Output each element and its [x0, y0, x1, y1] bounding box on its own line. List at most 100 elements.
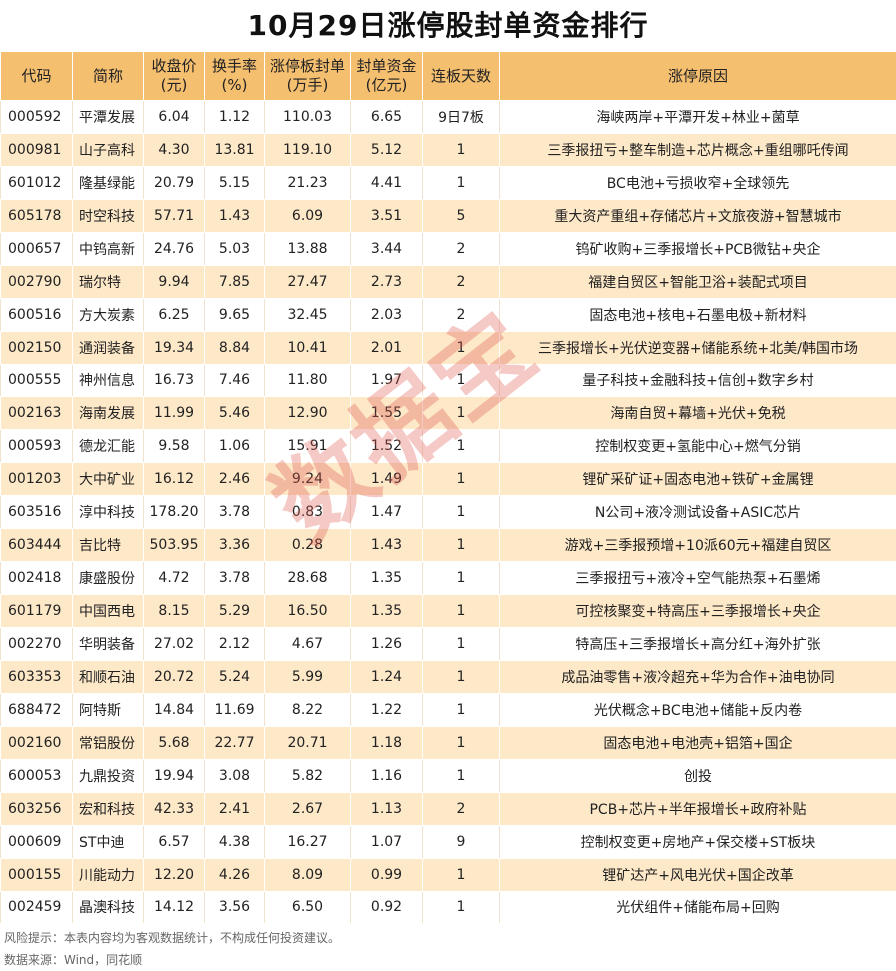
table-row: 603256 宏和科技 42.33 2.41 2.67 1.13 2 PCB+芯片+半年报增长…	[0, 791, 896, 826]
cell-limit-up-reason: 福建自贸区+智能卫浴+装配式项目	[499, 264, 896, 299]
cell-seal-amount: 1.49	[350, 462, 423, 497]
cell-code: 000657	[0, 231, 73, 266]
cell-close-price: 9.94	[143, 264, 205, 299]
cell-code: 001203	[0, 462, 73, 497]
cell-seal-amount: 1.35	[350, 594, 423, 628]
cell-seal-amount: 0.92	[350, 890, 423, 925]
table-row: 688472 阿特斯 14.84 11.69 8.22 1.22 1 光伏概念+BC电池+储能…	[0, 692, 896, 727]
cell-seal-amount: 1.43	[350, 528, 423, 563]
cell-name: 德龙汇能	[72, 429, 144, 464]
cell-turnover-rate: 4.26	[204, 857, 265, 892]
cell-turnover-rate: 3.36	[204, 528, 265, 563]
cell-limit-up-reason: 可控核聚变+特高压+三季报增长+央企	[499, 594, 896, 628]
cell-limit-up-reason: 光伏组件+储能布局+回购	[499, 890, 896, 925]
cell-limit-up-reason: 成品油零售+液冷超充+华为合作+油电协同	[499, 659, 896, 694]
header-seal-volume: 涨停板封单 (万手)	[264, 51, 351, 101]
cell-name: 方大炭素	[72, 297, 144, 332]
cell-code: 603353	[0, 659, 73, 694]
cell-seal-volume: 4.67	[264, 627, 351, 661]
cell-code: 002459	[0, 890, 73, 925]
header-name: 简称	[72, 51, 144, 101]
cell-turnover-rate: 5.24	[204, 659, 265, 694]
cell-turnover-rate: 3.08	[204, 758, 265, 793]
table-row: 002459 晶澳科技 14.12 3.56 6.50 0.92 1 光伏组件+储能布局+回购	[0, 890, 896, 925]
cell-limit-up-reason: N公司+液冷测试设备+ASIC芯片	[499, 495, 896, 530]
cell-seal-amount: 1.18	[350, 725, 423, 760]
cell-consecutive-days: 2	[422, 791, 500, 826]
cell-turnover-rate: 7.85	[204, 264, 265, 299]
cell-seal-volume: 21.23	[264, 165, 351, 200]
cell-consecutive-days: 1	[422, 758, 500, 793]
table-row: 000592 平潭发展 6.04 1.12 110.03 6.65 9日7板 海峡两岸+平潭开…	[0, 100, 896, 134]
cell-consecutive-days: 1	[422, 495, 500, 530]
table-row: 001203 大中矿业 16.12 2.46 9.24 1.49 1 锂矿采矿证+固态电池+铁…	[0, 462, 896, 497]
cell-limit-up-reason: 锂矿达产+风电光伏+国企改革	[499, 857, 896, 892]
cell-seal-amount: 1.55	[350, 396, 423, 431]
table-row: 000155 川能动力 12.20 4.26 8.09 0.99 1 锂矿达产+风电光伏+国企…	[0, 857, 896, 892]
cell-name: ST中迪	[72, 824, 144, 859]
table-body: 000592 平潭发展 6.04 1.12 110.03 6.65 9日7板 海峡两岸+平潭开…	[0, 100, 896, 925]
cell-seal-volume: 2.67	[264, 791, 351, 826]
cell-code: 000555	[0, 363, 73, 398]
cell-code: 601012	[0, 165, 73, 200]
cell-seal-volume: 12.90	[264, 396, 351, 431]
cell-turnover-rate: 5.03	[204, 231, 265, 266]
cell-turnover-rate: 1.43	[204, 198, 265, 233]
table-row: 002163 海南发展 11.99 5.46 12.90 1.55 1 海南自贸+幕墙+光伏+…	[0, 396, 896, 431]
table-row: 002790 瑞尔特 9.94 7.85 27.47 2.73 2 福建自贸区+智能卫浴+装配…	[0, 264, 896, 299]
cell-seal-amount: 3.51	[350, 198, 423, 233]
cell-code: 002163	[0, 396, 73, 431]
cell-code: 000593	[0, 429, 73, 464]
cell-consecutive-days: 5	[422, 198, 500, 233]
cell-turnover-rate: 7.46	[204, 363, 265, 398]
cell-code: 002790	[0, 264, 73, 299]
table-row: 000657 中钨高新 24.76 5.03 13.88 3.44 2 钨矿收购+三季报增长+…	[0, 231, 896, 266]
cell-name: 隆基绿能	[72, 165, 144, 200]
cell-close-price: 14.12	[143, 890, 205, 925]
cell-limit-up-reason: 三季报扭亏+整车制造+芯片概念+重组哪吒传闻	[499, 132, 896, 167]
cell-seal-volume: 13.88	[264, 231, 351, 266]
table-row: 002418 康盛股份 4.72 3.78 28.68 1.35 1 三季报扭亏+液冷+空气能…	[0, 561, 896, 596]
cell-close-price: 20.79	[143, 165, 205, 200]
cell-name: 神州信息	[72, 363, 144, 398]
cell-seal-amount: 1.24	[350, 659, 423, 694]
cell-limit-up-reason: 创投	[499, 758, 896, 793]
cell-turnover-rate: 1.06	[204, 429, 265, 464]
header-seal-amount: 封单资金 (亿元)	[350, 51, 423, 101]
cell-consecutive-days: 1	[422, 165, 500, 200]
cell-limit-up-reason: 特高压+三季报增长+高分红+海外扩张	[499, 627, 896, 661]
cell-seal-amount: 6.65	[350, 100, 423, 134]
cell-name: 山子高科	[72, 132, 144, 167]
cell-limit-up-reason: PCB+芯片+半年报增长+政府补贴	[499, 791, 896, 826]
cell-consecutive-days: 9	[422, 824, 500, 859]
cell-code: 000609	[0, 824, 73, 859]
cell-limit-up-reason: 控制权变更+氢能中心+燃气分销	[499, 429, 896, 464]
cell-seal-volume: 11.80	[264, 363, 351, 398]
cell-consecutive-days: 1	[422, 462, 500, 497]
cell-close-price: 6.57	[143, 824, 205, 859]
cell-code: 000155	[0, 857, 73, 892]
cell-code: 603516	[0, 495, 73, 530]
cell-code: 688472	[0, 692, 73, 727]
cell-consecutive-days: 1	[422, 627, 500, 661]
cell-consecutive-days: 1	[422, 132, 500, 167]
cell-consecutive-days: 1	[422, 396, 500, 431]
cell-consecutive-days: 1	[422, 890, 500, 925]
cell-consecutive-days: 2	[422, 297, 500, 332]
cell-seal-volume: 27.47	[264, 264, 351, 299]
table-row: 600516 方大炭素 6.25 9.65 32.45 2.03 2 固态电池+核电+石墨电极…	[0, 297, 896, 332]
cell-seal-amount: 4.41	[350, 165, 423, 200]
header-limit-up-reason: 涨停原因	[499, 51, 896, 101]
data-source: 数据来源：Wind，同花顺	[4, 953, 143, 967]
cell-limit-up-reason: 固态电池+电池壳+铝箔+国企	[499, 725, 896, 760]
cell-turnover-rate: 2.46	[204, 462, 265, 497]
cell-limit-up-reason: BC电池+亏损收窄+全球领先	[499, 165, 896, 200]
cell-seal-volume: 0.83	[264, 495, 351, 530]
cell-consecutive-days: 1	[422, 561, 500, 596]
cell-close-price: 27.02	[143, 627, 205, 661]
cell-seal-amount: 2.73	[350, 264, 423, 299]
table-row: 603353 和顺石油 20.72 5.24 5.99 1.24 1 成品油零售+液冷超充+华…	[0, 659, 896, 694]
cell-turnover-rate: 1.12	[204, 100, 265, 134]
cell-seal-volume: 0.28	[264, 528, 351, 563]
cell-consecutive-days: 1	[422, 692, 500, 727]
